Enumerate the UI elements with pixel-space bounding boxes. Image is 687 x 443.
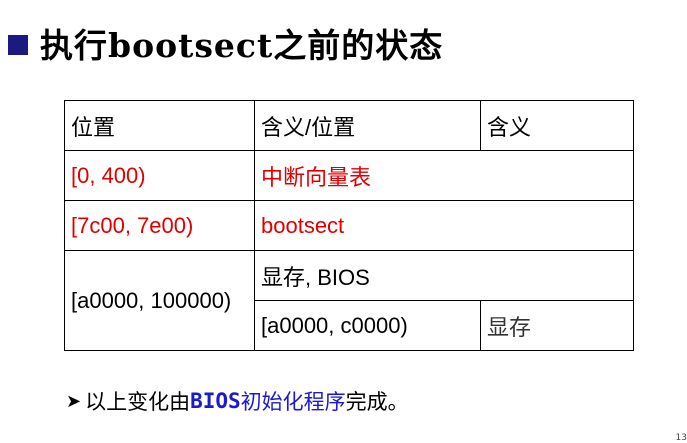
square-bullet-icon [8, 35, 28, 55]
subrow-position: [a0000, c0000) [254, 300, 481, 351]
memory-layout-table: 位置 含义/位置 含义 [0, 400) 中断向量表 [7c00, 7e00) … [64, 100, 634, 351]
note-highlight-bios: BIOS [190, 389, 241, 413]
header-meaning-position: 含义/位置 [254, 100, 481, 151]
row-position: [a0000, 100000) [64, 250, 255, 351]
note-line: ➤ 以上变化由 BIOS 初始化程序 完成。 [66, 386, 409, 416]
row-position: [0, 400) [64, 150, 255, 201]
row-meaning: 中断向量表 [254, 150, 634, 201]
note-highlight-rest: 初始化程序 [240, 390, 346, 414]
header-meaning: 含义 [480, 100, 634, 151]
note-prefix: 以上变化由 [85, 390, 191, 414]
table-row: [a0000, 100000) 显存, BIOS [64, 250, 634, 351]
table-row: [7c00, 7e00) bootsect [64, 200, 634, 251]
row-position: [7c00, 7e00) [64, 200, 255, 251]
page-number: 13 [675, 433, 687, 443]
table-header-row: 位置 含义/位置 含义 [64, 100, 634, 151]
slide-title: 执行bootsect之前的状态 [40, 26, 444, 65]
row-meaning: 显存, BIOS [254, 250, 634, 301]
header-position: 位置 [64, 100, 255, 151]
row-meaning: bootsect [254, 200, 634, 251]
note-suffix: 完成。 [345, 390, 409, 414]
arrow-bullet-icon: ➤ [66, 390, 82, 412]
slide-title-row: 执行bootsect之前的状态 [8, 18, 443, 68]
subrow-meaning: 显存 [480, 300, 634, 351]
table-row: [0, 400) 中断向量表 [64, 150, 634, 201]
